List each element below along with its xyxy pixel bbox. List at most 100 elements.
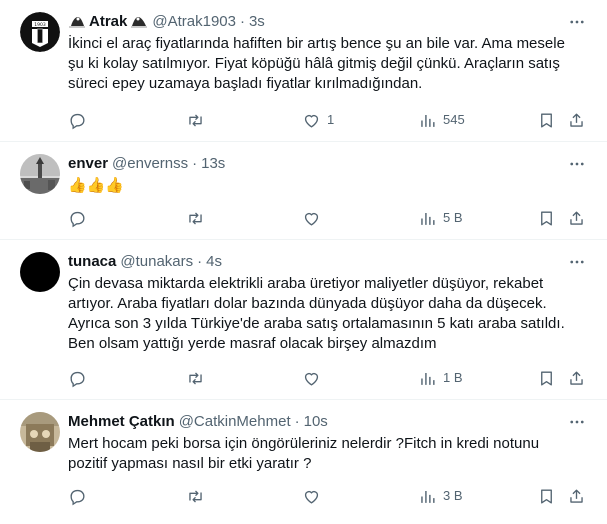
bookmark-icon (541, 370, 552, 386)
tweet-mehmet-catkin[interactable]: Mehmet Çatkın @CatkinMehmet · 10s Mert h… (0, 400, 607, 524)
reply-button[interactable] (68, 208, 93, 228)
timestamp[interactable]: 3s (249, 12, 265, 32)
person-photo-icon (20, 412, 60, 452)
tweet-header: Mehmet Çatkın @CatkinMehmet · 10s (68, 412, 328, 432)
tweet-header: tunaca @tunakars · 4s (68, 252, 222, 272)
display-name[interactable]: Mehmet Çatkın (68, 412, 175, 432)
avatar[interactable] (20, 154, 60, 194)
handle[interactable]: @CatkinMehmet (179, 412, 291, 432)
view-count: 3 B (443, 488, 463, 503)
like-button[interactable] (302, 368, 327, 388)
tweet-header: enver @envernss · 13s (68, 154, 225, 174)
display-name[interactable]: Atrak (89, 12, 127, 32)
tweet-text: İkinci el araç fiyatlarında hafiften bir… (68, 34, 588, 94)
reply-button[interactable] (68, 368, 93, 388)
bookmark-icon (541, 488, 552, 504)
views-button[interactable]: 3 B (418, 486, 463, 506)
display-name[interactable]: tunaca (68, 252, 116, 272)
reply-button[interactable] (68, 486, 93, 506)
retweet-button[interactable] (186, 110, 211, 130)
display-name[interactable]: enver (68, 154, 108, 174)
bookmark-button[interactable] (537, 110, 556, 130)
tweet-text-line: pozitif yapması nasıl bir etki yaratır ? (68, 455, 312, 472)
views-chart-icon (421, 372, 435, 385)
bjk-crest-icon: 1903 (20, 12, 60, 52)
separator: · (197, 253, 203, 270)
handle[interactable]: @tunakars (120, 252, 193, 272)
tweet-actions: 1 545 (68, 110, 588, 130)
tweet-text-line: Mert hocam peki borsa için öngörüleriniz… (68, 435, 540, 452)
tweet-atrak[interactable]: 1903 Atrak @Atrak1903 · 3s İkinci el ara… (0, 0, 607, 142)
share-icon (570, 112, 583, 127)
views-button[interactable]: 1 B (418, 368, 463, 388)
timestamp[interactable]: 4s (206, 252, 222, 272)
tweet-text-line: süreci epey uzamaya başladı fiyatlar kır… (68, 75, 423, 92)
bookmark-button[interactable] (537, 208, 556, 228)
like-button[interactable]: 1 (302, 110, 334, 130)
eagle-flag-icon (131, 17, 148, 28)
tweet-text: Çin devasa miktarda elektrikli araba üre… (68, 274, 588, 354)
tweet-enver[interactable]: enver @envernss · 13s 👍👍👍 5 B (0, 142, 607, 240)
tweet-tunaca[interactable]: tunaca @tunakars · 4s Çin devasa miktard… (0, 240, 607, 400)
retweet-button[interactable] (186, 208, 211, 228)
like-button[interactable] (302, 208, 327, 228)
more-options-button[interactable] (567, 252, 587, 272)
separator: · (192, 155, 198, 172)
svg-text:1903: 1903 (34, 22, 46, 28)
share-button[interactable] (567, 368, 586, 388)
heart-icon (304, 114, 319, 128)
tweet-text: Mert hocam peki borsa için öngörüleriniz… (68, 434, 588, 474)
retweet-icon (189, 113, 202, 127)
handle[interactable]: @envernss (112, 154, 188, 174)
like-button[interactable] (302, 486, 327, 506)
views-button[interactable]: 5 B (418, 208, 463, 228)
separator: · (294, 413, 300, 430)
view-count: 5 B (443, 210, 463, 225)
views-chart-icon (421, 212, 435, 225)
bookmark-icon (541, 112, 552, 128)
timestamp[interactable]: 10s (304, 412, 328, 432)
share-icon (570, 488, 583, 503)
tweet-text-line: artıyor. Araba fiyatları dolar bazında d… (68, 295, 547, 312)
tweet-actions: 1 B (68, 368, 588, 388)
handle[interactable]: @Atrak1903 (152, 12, 236, 32)
tweet-actions: 5 B (68, 208, 588, 228)
tweet-text-line: şu ki kolay satılmıyor. Fiyat köpüğü hâl… (68, 55, 560, 72)
heart-icon (304, 490, 319, 504)
views-button[interactable]: 545 (418, 110, 465, 130)
retweet-button[interactable] (186, 486, 211, 506)
share-icon (570, 210, 583, 225)
more-dots-icon (570, 20, 584, 24)
more-dots-icon (570, 420, 584, 424)
retweet-icon (189, 371, 202, 385)
view-count: 545 (443, 112, 465, 127)
reply-button[interactable] (68, 110, 93, 130)
more-dots-icon (570, 162, 584, 166)
heart-icon (304, 212, 319, 226)
avatar[interactable]: 1903 (20, 12, 60, 52)
tweet-text-line: Ben olsam yattığı yerde masraf olacak bi… (68, 335, 437, 352)
bookmark-button[interactable] (537, 486, 556, 506)
share-button[interactable] (567, 208, 586, 228)
view-count: 1 B (443, 370, 463, 385)
retweet-icon (189, 211, 202, 225)
tweet-header: Atrak @Atrak1903 · 3s (68, 12, 265, 32)
views-chart-icon (421, 114, 435, 127)
tweet-text-line: Ayrıca son 3 yılda Türkiye'de araba satı… (68, 315, 565, 332)
tweet-text: 👍👍👍 (68, 176, 588, 196)
tweet-text-line: 👍👍👍 (68, 177, 125, 194)
avatar[interactable] (20, 252, 60, 292)
tweet-text-line: İkinci el araç fiyatlarında hafiften bir… (68, 35, 565, 52)
share-button[interactable] (567, 486, 586, 506)
reply-icon (70, 489, 85, 505)
more-options-button[interactable] (567, 412, 587, 432)
eagle-flag-icon (69, 17, 85, 28)
bookmark-button[interactable] (537, 368, 556, 388)
share-button[interactable] (567, 110, 586, 130)
more-options-button[interactable] (567, 12, 587, 32)
timestamp[interactable]: 13s (201, 154, 225, 174)
heart-icon (304, 372, 319, 386)
avatar[interactable] (20, 412, 60, 452)
retweet-button[interactable] (186, 368, 211, 388)
more-options-button[interactable] (567, 154, 587, 174)
